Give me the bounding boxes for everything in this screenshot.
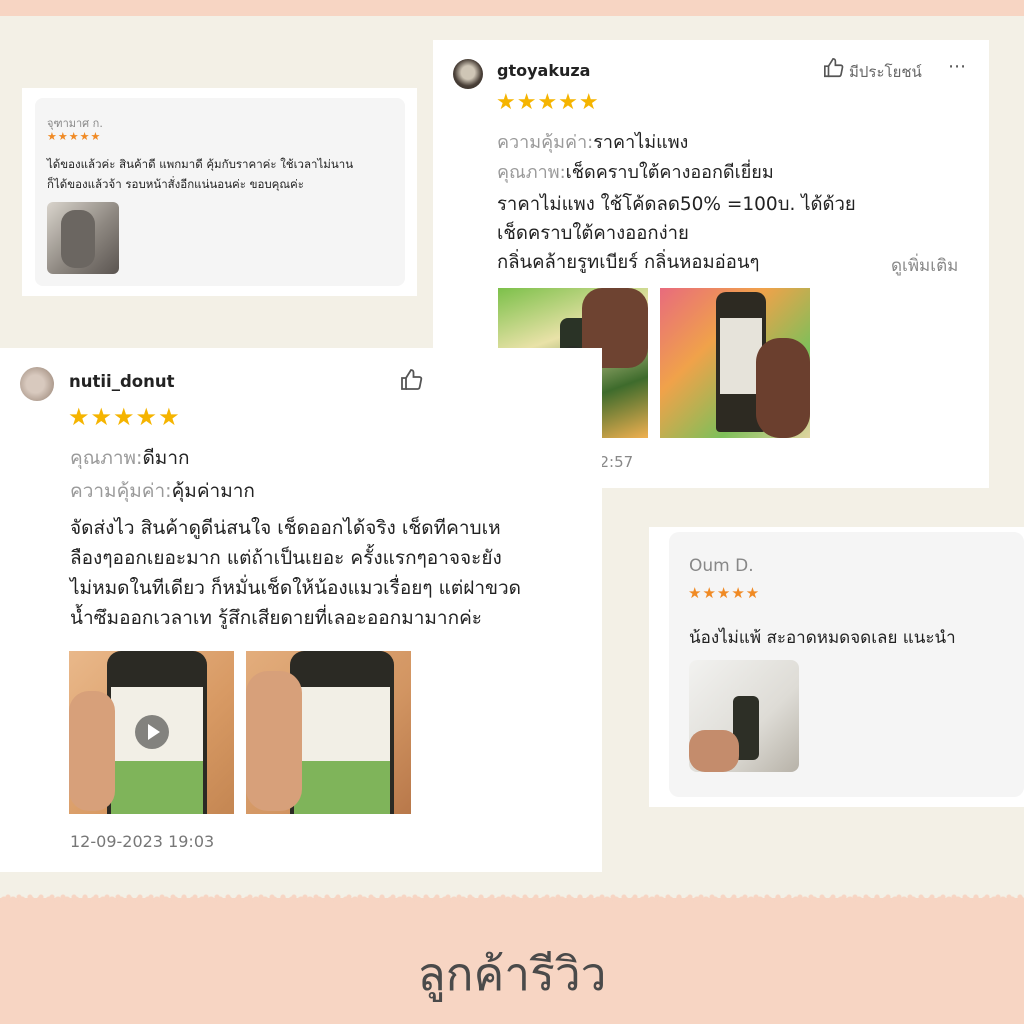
reviewer-name[interactable]: gtoyakuza [497,61,590,80]
review-photo[interactable] [689,660,799,772]
review-card-1: จุฑามาศ ก. ★★★★★ ได้ของแล้วค่ะ สินค้าดี … [22,88,417,296]
review-date: 12-09-2023 19:03 [70,832,215,851]
user-avatar[interactable] [453,59,483,89]
star-rating: ★★★★★ [496,90,600,115]
review-body: จัดส่งไว สินค้าดูดีน่สนใจ เช็ดออกได้จริง… [70,513,521,633]
value-label: ความคุ้มค่า: [70,480,172,502]
review-text-line: ได้ของแล้วค่ะ สินค้าดี แพกมาดี คุ้มกับรา… [47,157,354,171]
quality-label: คุณภาพ: [70,447,143,469]
review-text-line: ราคาไม่แพง ใช้โค้ดลด50% =100บ. ได้ด้วย [497,194,856,215]
review-card-4: Oum D. ★★★★★ น้องไม่แพ้ สะอาดหมดจดเลย แน… [649,527,1024,807]
review-photo[interactable] [660,288,810,438]
reviewer-name[interactable]: nutii_donut [69,372,174,391]
thumbs-up-icon[interactable] [823,57,845,79]
quality-label: คุณภาพ: [497,162,566,183]
review-text: ได้ของแล้วค่ะ สินค้าดี แพกมาดี คุ้มกับรา… [47,154,353,194]
review-text-line: กลิ่นคล้ายรูทเบียร์ กลิ่นหอมอ่อนๆ [497,252,760,273]
star-rating: ★★★★★ [688,584,761,602]
play-icon[interactable] [135,715,169,749]
value-text: ราคาไม่แพง [593,132,689,153]
star-rating: ★★★★★ [68,403,181,431]
cat-shape [61,210,95,268]
review-card-1-inner: จุฑามาศ ก. ★★★★★ ได้ของแล้วค่ะ สินค้าดี … [35,98,405,286]
review-text-line: ลืองๆออกเยอะมาก แต่ถ้าเป็นเยอะ ครั้งแรกๆ… [70,547,502,569]
quality-row: คุณภาพ:ดีมาก [70,443,190,473]
review-text-line: ก็ได้ของแล้วจ้า รอบหน้าสั่งอีกแน่นอนค่ะ … [47,177,304,191]
hand-shape [246,671,302,811]
more-options-icon[interactable]: ⋯ [948,56,966,77]
thumbs-up-icon[interactable] [400,368,424,392]
review-text-line: เช็ดคราบใต้คางออกง่าย [497,223,689,244]
hand-shape [756,338,810,438]
review-video-thumbnail[interactable] [69,651,234,814]
label-art [294,761,390,814]
quality-text: เช็ดคราบใต้คางออกดีเยี่ยม [565,162,774,183]
quality-text: ดีมาก [142,447,190,469]
star-rating: ★★★★★ [47,130,102,143]
value-text: คุ้มค่ามาก [171,480,255,502]
user-avatar[interactable] [20,367,54,401]
review-photo[interactable] [246,651,411,814]
hand-shape [69,691,115,811]
footer-title: ลูกค้ารีวิว [417,947,607,1001]
review-body: ราคาไม่แพง ใช้โค้ดลด50% =100บ. ได้ด้วย เ… [497,190,856,277]
label-art [111,761,203,814]
review-card-4-inner: Oum D. ★★★★★ น้องไม่แพ้ สะอาดหมดจดเลย แน… [669,532,1024,797]
review-text-line: น้ำซึมออกเวลาเท รู้สึกเสียดายที่เลอะออกม… [70,607,483,629]
value-row: ความคุ้มค่า:ราคาไม่แพง [497,127,688,156]
see-more-link[interactable]: ดูเพิ่มเติม [891,252,958,279]
top-decor-band [0,0,1024,16]
review-photo[interactable] [47,202,119,274]
review-text: น้องไม่แพ้ สะอาดหมดจดเลย แนะนำ [689,628,956,648]
helpful-label[interactable]: มีประโยชน์ [849,60,922,84]
value-row: ความคุ้มค่า:คุ้มค่ามาก [70,476,255,506]
value-label: ความคุ้มค่า: [497,132,594,153]
review-text-line: ไม่หมดในทีเดียว ก็หมั่นเช็ดให้น้องแมวเรื… [70,577,521,599]
reviewer-name: Oum D. [689,556,754,576]
hand-shape [689,730,739,772]
review-card-3: nutii_donut ★★★★★ คุณภาพ:ดีมาก ความคุ้มค… [0,348,602,872]
quality-row: คุณภาพ:เช็ดคราบใต้คางออกดีเยี่ยม [497,157,774,186]
review-text-line: จัดส่งไว สินค้าดูดีน่สนใจ เช็ดออกได้จริง… [70,517,501,539]
